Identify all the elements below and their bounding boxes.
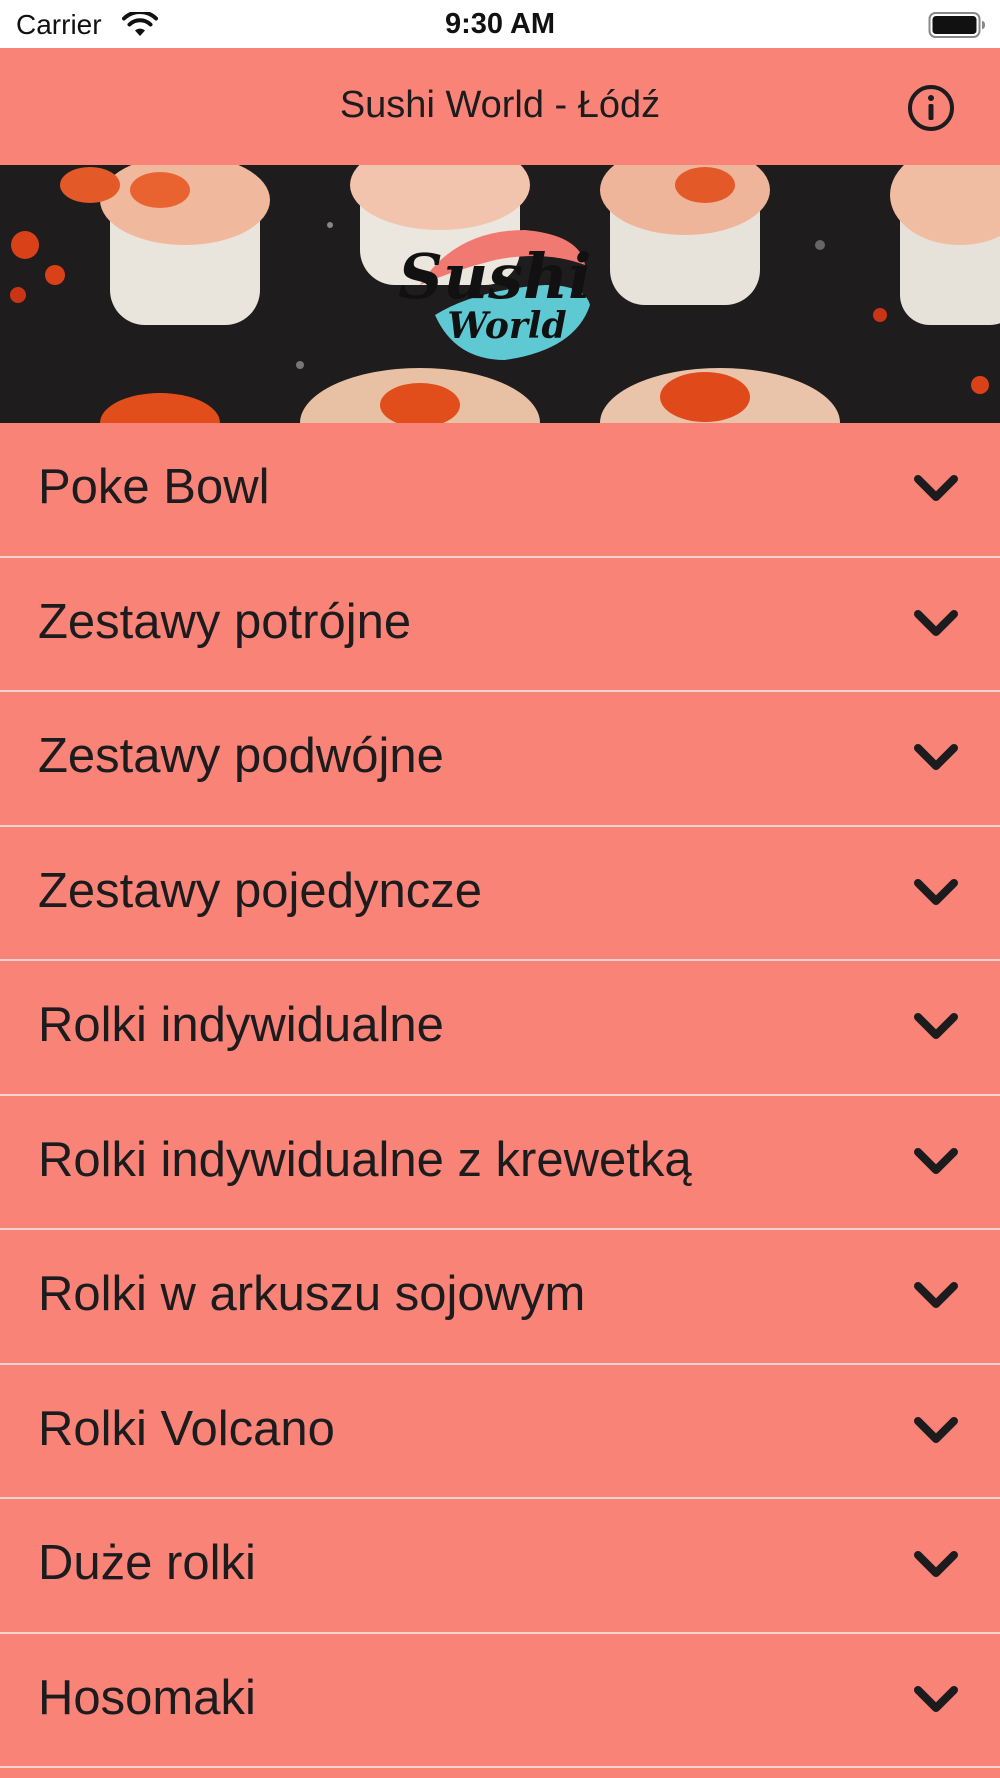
menu-category-list: Poke Bowl Zestawy potrójne Zestawy podwó…: [0, 423, 1000, 1768]
status-time: 9:30 AM: [444, 8, 556, 40]
menu-category-rolki-indywidualne[interactable]: Rolki indywidualne: [0, 961, 1000, 1096]
logo-text-sushi: Sushi: [398, 240, 591, 313]
menu-category-label: Duże rolki: [38, 1536, 256, 1590]
sushi-world-logo: Sushi World: [398, 230, 592, 360]
info-icon[interactable]: [906, 83, 956, 133]
menu-category-label: Hosomaki: [38, 1670, 256, 1725]
status-bar: Carrier 9:30 AM: [0, 0, 1000, 48]
chevron-down-icon: [914, 609, 958, 636]
chevron-down-icon: [914, 1013, 958, 1039]
menu-category-label: Zestawy podwójne: [38, 729, 444, 783]
chevron-down-icon: [914, 475, 958, 501]
menu-category-label: Poke Bowl: [38, 460, 270, 514]
chevron-down-icon: [914, 1551, 958, 1577]
menu-category-label: Zestawy potrójne: [38, 594, 412, 649]
menu-category-label: Rolki Volcano: [38, 1401, 335, 1456]
menu-category-poke-bowl[interactable]: Poke Bowl: [0, 423, 1000, 558]
hero-banner: Sushi World: [0, 165, 1000, 423]
menu-category-rolki-z-krewetka[interactable]: Rolki indywidualne z krewetką: [0, 1096, 1000, 1230]
menu-category-label: Zestawy pojedyncze: [38, 863, 482, 918]
chevron-down-icon: [914, 744, 958, 770]
menu-category-zestawy-potrojne[interactable]: Zestawy potrójne: [0, 558, 1000, 692]
menu-category-hosomaki[interactable]: Hosomaki: [0, 1634, 1000, 1768]
chevron-down-icon: [914, 1685, 958, 1712]
menu-category-label: Rolki indywidualne: [38, 998, 444, 1052]
menu-category-zestawy-podwojne[interactable]: Zestawy podwójne: [0, 692, 1000, 827]
chevron-down-icon: [914, 1282, 958, 1308]
menu-category-label: Rolki w arkuszu sojowym: [38, 1267, 586, 1321]
chevron-down-icon: [914, 878, 958, 905]
menu-category-duze-rolki[interactable]: Duże rolki: [0, 1499, 1000, 1634]
battery-icon: [928, 12, 985, 38]
logo-text-world: World: [447, 305, 566, 347]
page-title: Sushi World - Łódź: [339, 84, 661, 126]
chevron-down-icon: [914, 1147, 958, 1174]
menu-category-label: Rolki indywidualne z krewetką: [38, 1132, 692, 1187]
menu-category-zestawy-pojedyncze[interactable]: Zestawy pojedyncze: [0, 827, 1000, 961]
chevron-down-icon: [914, 1416, 958, 1443]
navigation-bar: Sushi World - Łódź: [0, 48, 1000, 165]
menu-category-rolki-w-arkuszu-sojowym[interactable]: Rolki w arkuszu sojowym: [0, 1230, 1000, 1365]
menu-category-rolki-volcano[interactable]: Rolki Volcano: [0, 1365, 1000, 1499]
